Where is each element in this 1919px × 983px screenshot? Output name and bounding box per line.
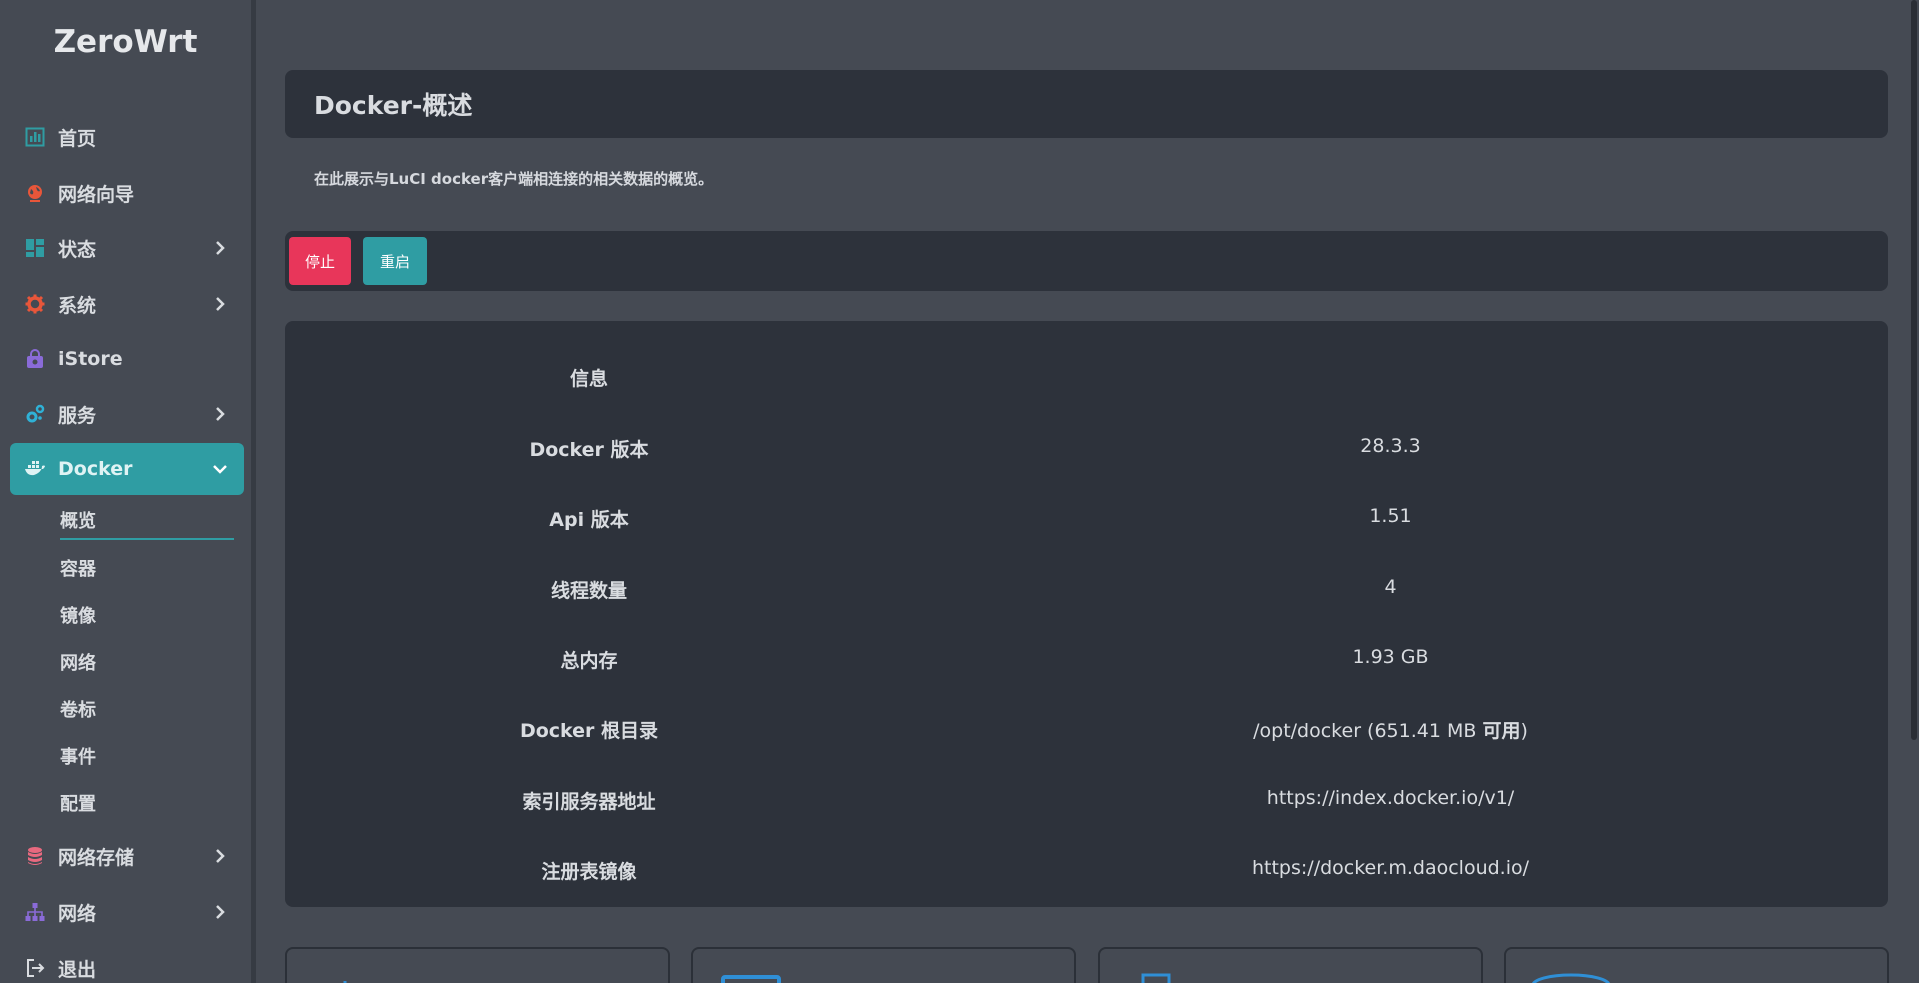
- root-dir-path: /opt/docker (651.41 MB: [1253, 720, 1483, 742]
- info-value: https://index.docker.io/v1/: [1266, 787, 1515, 809]
- sidebar-item-label: 网络: [58, 902, 97, 925]
- sidebar-item-services[interactable]: 服务: [10, 388, 244, 440]
- store-bag-icon: [24, 348, 46, 370]
- sidebar-item-logout[interactable]: 退出: [10, 942, 244, 983]
- summary-card-volumes[interactable]: [1504, 947, 1889, 983]
- summary-card-networks[interactable]: [1098, 947, 1483, 983]
- network-icon: [1141, 973, 1171, 983]
- sidebar-item-label: 服务: [58, 404, 97, 427]
- action-bar: 停止 重启: [285, 231, 1888, 291]
- info-key: Docker 版本: [529, 439, 649, 461]
- info-key: 注册表镜像: [541, 861, 637, 883]
- chevron-right-icon: [216, 849, 225, 863]
- dashboard-icon: [24, 126, 46, 148]
- table-row: 线程数量 4: [285, 568, 1888, 608]
- available-label: 可用: [1482, 720, 1521, 742]
- table-row: Api 版本 1.51: [285, 497, 1888, 537]
- summary-card-images[interactable]: [691, 947, 1076, 983]
- sidebar-item-docker[interactable]: Docker: [10, 443, 244, 495]
- table-row: 注册表镜像 https://docker.m.daocloud.io/: [285, 849, 1888, 889]
- chevron-right-icon: [216, 297, 225, 311]
- page-description: 在此展示与LuCI docker客户端相连接的相关数据的概览。: [314, 170, 714, 188]
- sidebar-item-label: 首页: [58, 127, 97, 150]
- sidebar-item-label: 退出: [58, 958, 97, 981]
- table-row: 索引服务器地址 https://index.docker.io/v1/: [285, 779, 1888, 819]
- chevron-right-icon: [216, 407, 225, 421]
- page-title: Docker-概述: [314, 91, 473, 120]
- submenu-images[interactable]: 镜像: [60, 596, 234, 634]
- brand-logo[interactable]: ZeroWrt: [0, 24, 251, 60]
- submenu-volumes[interactable]: 卷标: [60, 690, 234, 728]
- submenu-containers[interactable]: 容器: [60, 549, 234, 587]
- table-row: Docker 根目录 /opt/docker (651.41 MB 可用): [285, 708, 1888, 748]
- database-icon: [24, 845, 46, 867]
- info-key: 总内存: [560, 650, 618, 672]
- cogs-icon: [24, 403, 46, 425]
- info-header: 信息: [569, 368, 608, 390]
- sidebar-item-network-wizard[interactable]: 网络向导: [10, 167, 244, 219]
- sidebar-item-label: 网络向导: [58, 183, 135, 206]
- info-value: 1.93 GB: [1352, 646, 1429, 668]
- info-value: 4: [1384, 576, 1397, 598]
- info-key: 索引服务器地址: [522, 791, 656, 813]
- sidebar-item-label: Docker: [58, 458, 133, 480]
- scrollbar[interactable]: [1909, 0, 1919, 983]
- submenu-overview[interactable]: 概览: [60, 502, 234, 540]
- sidebar-item-label: 系统: [58, 294, 97, 317]
- submenu-events[interactable]: 事件: [60, 737, 234, 775]
- summary-card-containers[interactable]: [285, 947, 670, 983]
- sidebar-item-status[interactable]: 状态: [10, 222, 244, 274]
- chevron-down-icon: [213, 465, 227, 474]
- scrollbar-thumb[interactable]: [1911, 0, 1917, 740]
- grid-icon: [24, 237, 46, 259]
- page-title-bar: Docker-概述: [285, 70, 1888, 138]
- globe-icon: [24, 182, 46, 204]
- root-dir-tail: ): [1520, 720, 1528, 742]
- info-value: /opt/docker (651.41 MB 可用): [893, 716, 1888, 743]
- info-key: Docker 根目录: [519, 720, 659, 742]
- sidebar-item-home[interactable]: 首页: [10, 111, 244, 163]
- sidebar-item-istore[interactable]: iStore: [10, 333, 244, 385]
- stop-button[interactable]: 停止: [289, 237, 351, 285]
- docker-whale-icon: [24, 458, 46, 480]
- sidebar-item-label: 状态: [58, 238, 97, 261]
- table-row: 总内存 1.93 GB: [285, 638, 1888, 678]
- logout-icon: [24, 957, 46, 979]
- container-icon: [343, 981, 347, 983]
- volume-icon: [1532, 973, 1610, 983]
- info-key: 线程数量: [550, 580, 627, 602]
- info-table: 信息 Docker 版本 28.3.3 Api 版本 1.51 线程数量 4 总…: [285, 321, 1888, 907]
- info-value: https://docker.m.daocloud.io/: [1251, 857, 1530, 879]
- info-header-row: 信息: [285, 356, 1888, 396]
- sidebar-item-network[interactable]: 网络: [10, 886, 244, 938]
- network-tree-icon: [24, 901, 46, 923]
- gear-icon: [24, 293, 46, 315]
- restart-button[interactable]: 重启: [363, 237, 427, 285]
- sidebar-item-label: 网络存储: [58, 846, 135, 869]
- sidebar-item-label: iStore: [58, 348, 123, 370]
- info-key: Api 版本: [549, 509, 629, 531]
- submenu-networks[interactable]: 网络: [60, 643, 234, 681]
- submenu-config[interactable]: 配置: [60, 784, 234, 822]
- chevron-right-icon: [216, 241, 225, 255]
- sidebar-item-nas[interactable]: 网络存储: [10, 830, 244, 882]
- info-value: 1.51: [1369, 505, 1412, 527]
- sidebar: ZeroWrt 首页 网络向导 状态 系统 iStore 服务 Docker 概…: [0, 0, 256, 983]
- chevron-right-icon: [216, 905, 225, 919]
- table-row: Docker 版本 28.3.3: [285, 427, 1888, 467]
- info-value: 28.3.3: [1360, 435, 1421, 457]
- main-content: Docker-概述 在此展示与LuCI docker客户端相连接的相关数据的概览…: [261, 0, 1919, 983]
- sidebar-item-system[interactable]: 系统: [10, 278, 244, 330]
- image-icon: [721, 975, 781, 983]
